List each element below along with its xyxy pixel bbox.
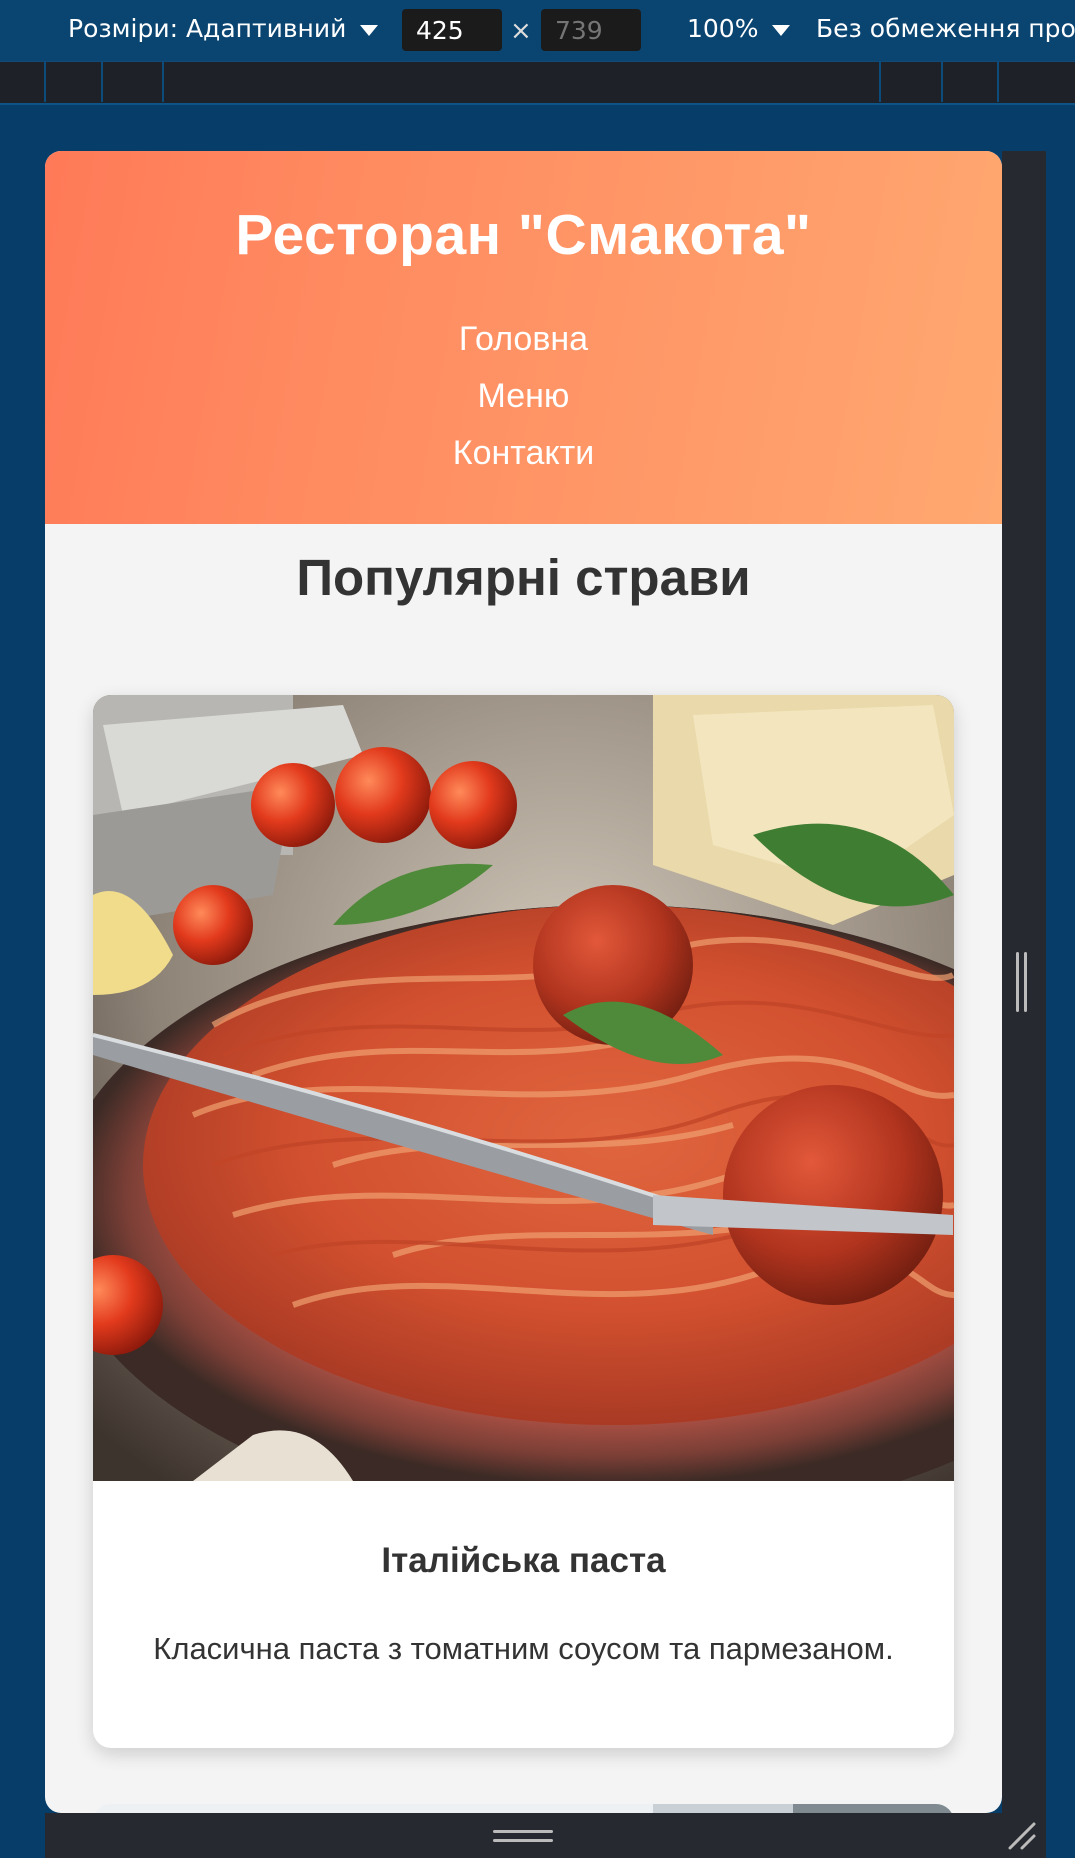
resize-handle-icon[interactable] bbox=[1016, 952, 1028, 1012]
dimensions-label: Розміри: Адаптивний bbox=[68, 14, 347, 43]
chevron-down-icon bbox=[772, 24, 791, 36]
dish-card-partial[interactable] bbox=[93, 1804, 954, 1813]
dimensions-dropdown[interactable]: Розміри: Адаптивний bbox=[68, 14, 379, 43]
dish-image-partial bbox=[93, 1804, 954, 1813]
dish-image bbox=[93, 695, 954, 1481]
device-viewport: Ресторан "Смакота" Головна Меню Контакти… bbox=[45, 151, 1002, 1813]
site-title: Ресторан "Смакота" bbox=[235, 203, 812, 267]
nav-link-menu[interactable]: Меню bbox=[45, 368, 1002, 425]
main-nav: Головна Меню Контакти bbox=[45, 311, 1002, 482]
times-separator: × bbox=[510, 16, 532, 46]
media-query-bar[interactable] bbox=[0, 61, 1075, 103]
zoom-label: 100% bbox=[687, 14, 759, 43]
device-canvas-background bbox=[0, 103, 1075, 151]
zoom-dropdown[interactable]: 100% bbox=[687, 14, 791, 43]
throttling-label: Без обмеження проп bbox=[816, 14, 1075, 43]
media-query-marker bbox=[162, 62, 164, 102]
media-query-marker bbox=[44, 62, 46, 102]
corner-resize-icon[interactable] bbox=[1006, 1820, 1038, 1852]
devtools-toolbar: Розміри: Адаптивний × 100% Без обмеження… bbox=[0, 0, 1075, 61]
dish-title: Італійська паста bbox=[381, 1541, 666, 1580]
section-title: Популярні страви bbox=[296, 549, 751, 606]
media-query-marker bbox=[101, 62, 103, 102]
site-header: Ресторан "Смакота" Головна Меню Контакти bbox=[45, 151, 1002, 524]
media-query-marker bbox=[941, 62, 943, 102]
bottom-resize-handle-icon[interactable] bbox=[493, 1830, 553, 1844]
nav-link-contacts[interactable]: Контакти bbox=[45, 425, 1002, 482]
width-input[interactable] bbox=[402, 9, 502, 51]
media-query-marker bbox=[879, 62, 881, 102]
dish-card[interactable]: Італійська паста Класична паста з томатн… bbox=[93, 695, 954, 1748]
height-input[interactable] bbox=[541, 9, 641, 51]
chevron-down-icon bbox=[360, 24, 379, 36]
dish-description: Класична паста з томатним соусом та парм… bbox=[153, 1631, 894, 1666]
throttling-dropdown[interactable]: Без обмеження проп bbox=[816, 14, 1075, 43]
nav-link-home[interactable]: Головна bbox=[45, 311, 1002, 368]
media-query-marker bbox=[997, 62, 999, 102]
